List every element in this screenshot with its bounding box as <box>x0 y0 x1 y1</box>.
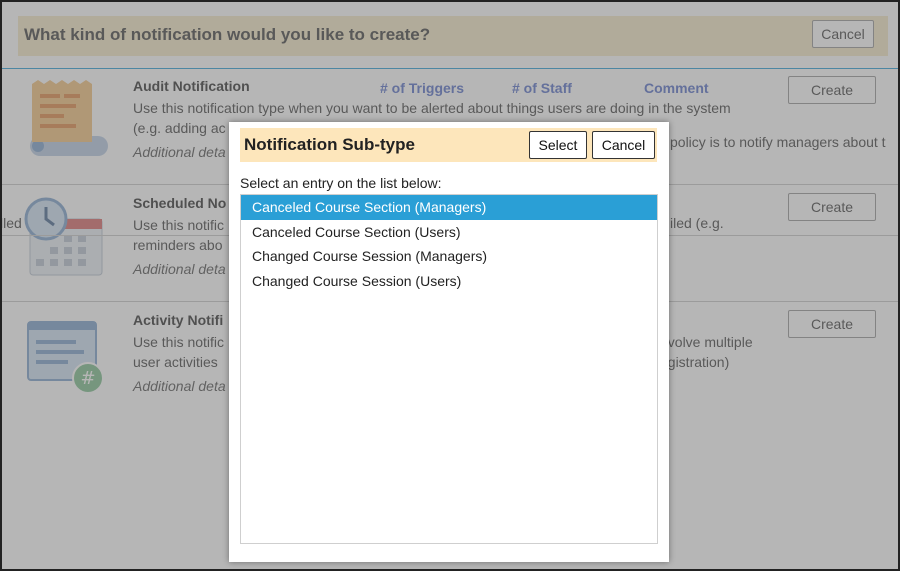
dialog-header: Notification Sub-type Select Cancel <box>240 128 657 162</box>
cancel-button[interactable]: Cancel <box>592 131 655 159</box>
list-item[interactable]: Changed Course Session (Managers) <box>241 244 657 269</box>
list-item[interactable]: Canceled Course Section (Users) <box>241 220 657 245</box>
select-button[interactable]: Select <box>529 131 587 159</box>
list-item[interactable]: Canceled Course Section (Managers) <box>241 195 657 220</box>
dialog-instruction: Select an entry on the list below: <box>240 175 442 191</box>
list-item[interactable]: Changed Course Session (Users) <box>241 269 657 294</box>
notification-subtype-dialog: Notification Sub-type Select Cancel Sele… <box>229 122 669 562</box>
app-window: What kind of notification would you like… <box>0 0 900 571</box>
subtype-list[interactable]: Canceled Course Section (Managers) Cance… <box>240 194 658 544</box>
dialog-title: Notification Sub-type <box>244 135 415 154</box>
